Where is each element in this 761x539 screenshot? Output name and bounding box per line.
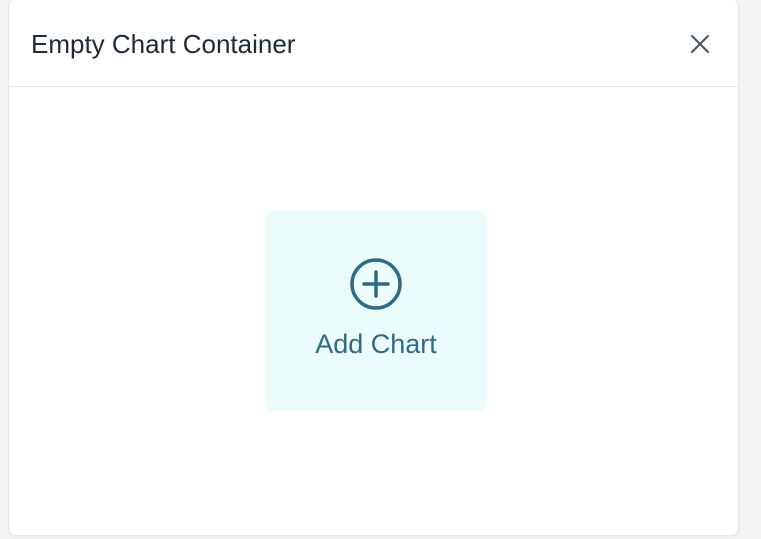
add-chart-button[interactable]: Add Chart [265, 211, 487, 411]
chart-container-panel: Empty Chart Container Add Chart [8, 0, 739, 536]
panel-header: Empty Chart Container [9, 0, 738, 87]
add-chart-label: Add Chart [315, 329, 437, 359]
plus-circle-icon [350, 258, 402, 310]
panel-body: Add Chart [9, 87, 738, 535]
close-icon [691, 34, 709, 53]
close-button[interactable] [685, 29, 715, 59]
panel-title: Empty Chart Container [31, 29, 296, 59]
